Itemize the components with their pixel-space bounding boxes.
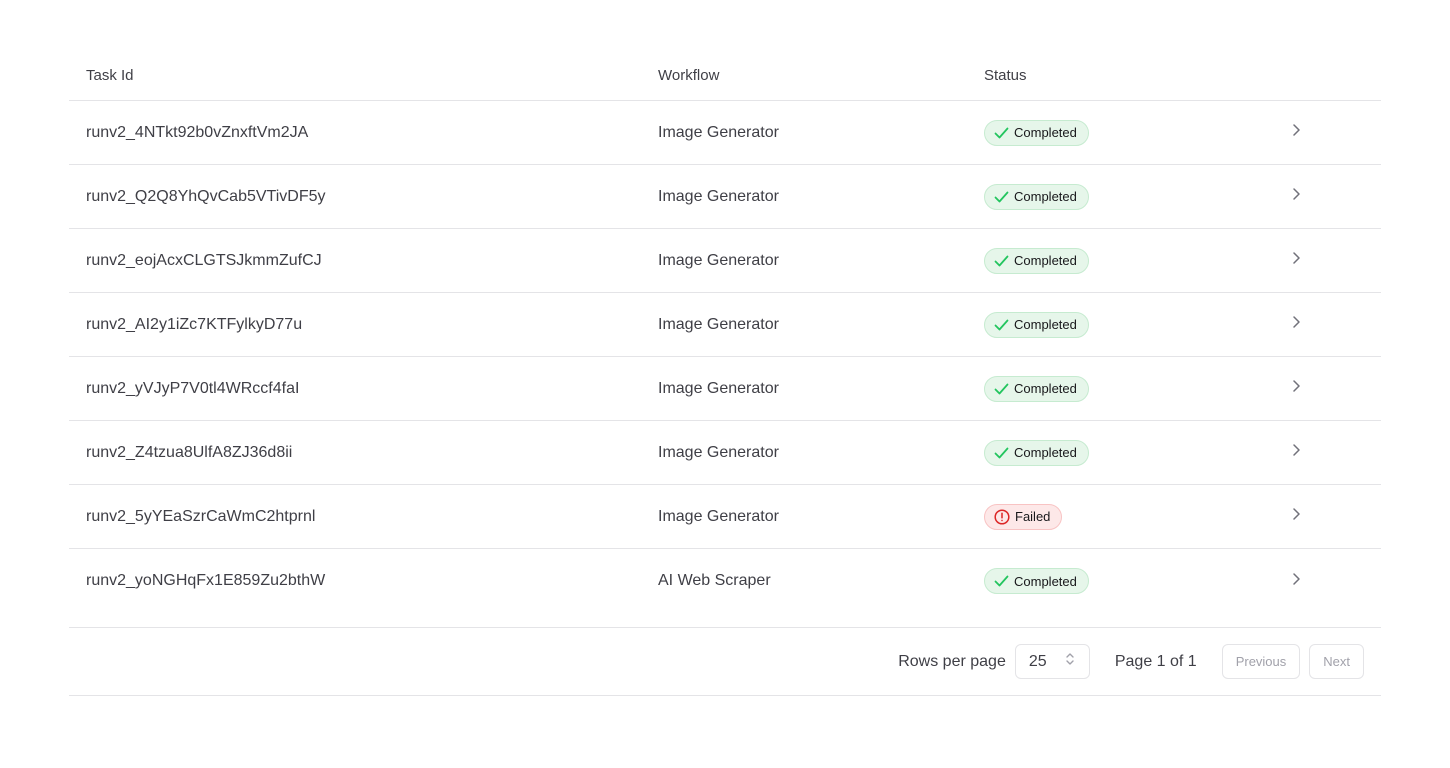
row-action-cell — [1284, 549, 1381, 614]
table-row[interactable]: runv2_Z4tzua8UlfA8ZJ36d8ii Image Generat… — [69, 420, 1381, 485]
table-row[interactable]: runv2_AI2y1iZc7KTFylkyD77u Image Generat… — [69, 292, 1381, 357]
chevron-right-icon[interactable] — [1290, 506, 1304, 527]
row-action-cell — [1284, 164, 1381, 229]
status-label: Completed — [1014, 445, 1077, 460]
check-icon — [994, 319, 1014, 331]
rows-per-page-select[interactable]: 25 — [1014, 644, 1090, 679]
status-cell: Completed — [984, 164, 1284, 229]
status-label: Failed — [1015, 509, 1051, 524]
chevron-right-icon[interactable] — [1290, 442, 1304, 463]
row-action-cell — [1284, 420, 1381, 485]
column-header-status: Status — [984, 50, 1284, 101]
status-badge: Completed — [984, 247, 1089, 274]
task-id-cell: runv2_yoNGHqFx1E859Zu2bthW — [86, 572, 326, 589]
row-action-cell — [1284, 100, 1381, 165]
status-cell: Completed — [984, 356, 1284, 421]
check-icon — [994, 191, 1014, 203]
chevron-right-icon[interactable] — [1290, 250, 1304, 271]
status-badge: Completed — [984, 311, 1089, 338]
status-badge: Completed — [984, 119, 1089, 146]
alert-circle-icon — [994, 508, 1015, 525]
status-label: Completed — [1014, 317, 1077, 332]
status-label: Completed — [1014, 573, 1077, 589]
column-header-actions — [1284, 50, 1381, 101]
task-id-cell: runv2_Q2Q8YhQvCab5VTivDF5y — [69, 164, 658, 229]
row-action-cell — [1284, 228, 1381, 293]
chevron-right-icon[interactable] — [1290, 378, 1304, 399]
table-row[interactable]: runv2_yVJyP7V0tl4WRccf4faI Image Generat… — [69, 356, 1381, 421]
status-badge: Completed — [984, 439, 1089, 466]
table-row[interactable]: runv2_5yYEaSzrCaWmC2htprnl Image Generat… — [69, 484, 1381, 549]
page-info: Page 1 of 1 — [1114, 652, 1197, 670]
table-row[interactable]: runv2_yoNGHqFx1E859Zu2bthW AI Web Scrape… — [69, 549, 1381, 614]
chevron-right-icon[interactable] — [1290, 122, 1304, 143]
status-cell: Completed — [984, 549, 1284, 614]
task-runs-table: Task Id Workflow Status runv2_4NTkt92b0v… — [69, 50, 1381, 613]
task-id-cell: runv2_eojAcxCLGTSJkmmZufCJ — [69, 228, 658, 293]
workflow-cell: Image Generator — [658, 228, 984, 293]
check-icon — [994, 255, 1014, 267]
workflow-cell: Image Generator — [658, 100, 984, 165]
task-runs-panel: Task Id Workflow Status runv2_4NTkt92b0v… — [69, 50, 1381, 696]
workflow-cell: Image Generator — [658, 420, 984, 485]
previous-page-button[interactable]: Previous — [1221, 644, 1301, 679]
pagination-bar: Rows per page 25 Page 1 of 1 Previous Ne… — [69, 627, 1381, 696]
workflow-cell: Image Generator — [658, 164, 984, 229]
table-row[interactable]: runv2_Q2Q8YhQvCab5VTivDF5y Image Generat… — [69, 164, 1381, 229]
workflow-cell: AI Web Scraper — [658, 572, 771, 589]
task-id-cell: runv2_Z4tzua8UlfA8ZJ36d8ii — [69, 420, 658, 485]
status-badge: Completed — [984, 375, 1089, 402]
status-cell: Failed — [984, 484, 1284, 549]
status-cell: Completed — [984, 292, 1284, 357]
row-action-cell — [1284, 292, 1381, 357]
row-action-cell — [1284, 484, 1381, 549]
status-badge: Failed — [984, 503, 1063, 530]
status-cell: Completed — [984, 228, 1284, 293]
status-label: Completed — [1014, 253, 1077, 268]
table-header-row: Task Id Workflow Status — [69, 50, 1381, 101]
status-badge: Completed — [984, 568, 1089, 594]
rows-per-page-value: 25 — [1028, 652, 1047, 670]
column-header-task-id: Task Id — [69, 50, 658, 101]
next-page-button[interactable]: Next — [1309, 644, 1364, 679]
chevron-right-icon[interactable] — [1290, 571, 1304, 592]
task-id-cell: runv2_AI2y1iZc7KTFylkyD77u — [69, 292, 658, 357]
task-id-cell: runv2_4NTkt92b0vZnxftVm2JA — [69, 100, 658, 165]
status-badge: Completed — [984, 183, 1089, 210]
chevron-up-down-icon — [1065, 652, 1075, 671]
status-label: Completed — [1014, 381, 1077, 396]
workflow-cell: Image Generator — [658, 356, 984, 421]
task-id-cell: runv2_yVJyP7V0tl4WRccf4faI — [69, 356, 658, 421]
rows-per-page-label: Rows per page — [898, 652, 1006, 670]
table-row[interactable]: runv2_eojAcxCLGTSJkmmZufCJ Image Generat… — [69, 228, 1381, 293]
column-header-workflow: Workflow — [658, 50, 984, 101]
workflow-cell: Image Generator — [658, 292, 984, 357]
check-icon — [994, 383, 1014, 395]
task-id-cell: runv2_5yYEaSzrCaWmC2htprnl — [69, 484, 658, 549]
check-icon — [994, 575, 1014, 587]
table-row[interactable]: runv2_4NTkt92b0vZnxftVm2JA Image Generat… — [69, 100, 1381, 165]
check-icon — [994, 447, 1014, 459]
row-action-cell — [1284, 356, 1381, 421]
workflow-cell: Image Generator — [658, 484, 984, 549]
status-cell: Completed — [984, 420, 1284, 485]
status-cell: Completed — [984, 100, 1284, 165]
check-icon — [994, 127, 1014, 139]
chevron-right-icon[interactable] — [1290, 314, 1304, 335]
status-label: Completed — [1014, 125, 1077, 140]
chevron-right-icon[interactable] — [1290, 186, 1304, 207]
status-label: Completed — [1014, 189, 1077, 204]
